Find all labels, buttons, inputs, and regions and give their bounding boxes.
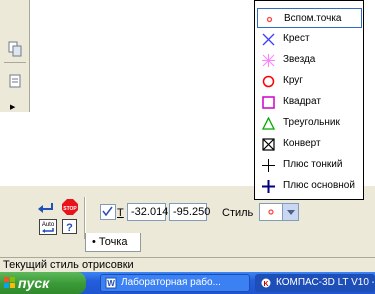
style-option-circle[interactable]: Круг <box>257 71 362 91</box>
style-option-envelope[interactable]: Конверт <box>257 134 362 154</box>
svg-text:K: K <box>263 281 268 288</box>
document-icon <box>9 74 21 88</box>
taskbar-item-document[interactable]: W Лабораторная рабо... <box>100 274 250 292</box>
style-combo-dropdown-button[interactable] <box>282 204 298 220</box>
style-option-label: Плюс основной <box>283 180 355 191</box>
style-option-label: Крест <box>283 33 310 44</box>
svg-text:W: W <box>107 279 115 288</box>
toolbar-tool-button-1[interactable] <box>6 40 24 58</box>
expand-arrow-icon[interactable]: ▶ <box>10 103 15 111</box>
svg-text:?: ? <box>66 222 73 234</box>
kompas-app-icon: K <box>260 277 272 289</box>
enter-arrow-icon <box>38 203 53 213</box>
small-dot-icon <box>268 209 274 215</box>
style-option-label: Вспом.точка <box>284 13 342 24</box>
tab-point[interactable]: • Точка <box>85 233 141 252</box>
toolbar-tool-button-2[interactable] <box>6 72 24 90</box>
style-dropdown-list: Вспом.точка Крест Звезда Круг Квадрат Тр… <box>254 0 364 200</box>
style-option-label: Круг <box>283 75 303 86</box>
triangle-icon <box>262 117 275 130</box>
thin-plus-icon <box>262 159 275 172</box>
style-option-label: Конверт <box>283 138 321 149</box>
status-bar: Текущий стиль отрисовки <box>0 257 375 272</box>
taskbar-item-label: Лабораторная рабо... <box>121 277 221 288</box>
style-option-bold-plus[interactable]: Плюс основной <box>257 176 362 196</box>
word-document-icon: W <box>105 277 117 289</box>
style-option-label: Квадрат <box>283 96 321 107</box>
auto-create-button[interactable]: Auto <box>38 218 58 236</box>
style-option-star[interactable]: Звезда <box>257 50 362 70</box>
chevron-down-icon <box>286 209 295 215</box>
copy-icon <box>8 41 22 57</box>
x-coordinate-field[interactable]: -32.014 <box>127 203 168 221</box>
style-option-aux-point[interactable]: Вспом.точка <box>257 8 362 28</box>
coordinate-axis-label: T <box>117 207 124 219</box>
small-dot-icon <box>266 16 273 23</box>
stop-icon: STOP <box>62 199 78 215</box>
checkmark-icon <box>102 206 113 217</box>
style-option-thin-plus[interactable]: Плюс тонкий <box>257 155 362 175</box>
start-button[interactable]: пуск <box>0 272 86 294</box>
style-option-label: Треугольник <box>283 117 340 128</box>
help-question-icon: ? <box>62 219 77 234</box>
style-option-square[interactable]: Квадрат <box>257 92 362 112</box>
svg-text:STOP: STOP <box>63 206 77 212</box>
style-label: Стиль <box>222 207 254 219</box>
coordinate-lock-checkbox[interactable] <box>100 204 116 220</box>
svg-text:Auto: Auto <box>42 222 55 228</box>
help-button[interactable]: ? <box>60 218 80 236</box>
y-coordinate-field[interactable]: -95.250 <box>169 203 210 221</box>
cross-x-icon <box>262 33 275 46</box>
start-label: пуск <box>18 275 50 291</box>
auto-icon: Auto <box>39 219 57 235</box>
circle-icon <box>262 75 275 88</box>
coordinate-label: T <box>117 207 124 219</box>
style-option-triangle[interactable]: Треугольник <box>257 113 362 133</box>
style-option-cross[interactable]: Крест <box>257 29 362 49</box>
windows-flag-icon <box>4 277 15 288</box>
toolbar-separator <box>4 62 26 63</box>
taskbar: пуск W Лабораторная рабо... K КОМПАС-3D … <box>0 272 375 294</box>
envelope-icon <box>262 138 275 151</box>
bold-plus-icon <box>262 180 275 193</box>
square-icon <box>262 96 275 109</box>
taskbar-item-label: КОМПАС-3D LT V10 - <box>276 277 375 288</box>
star-icon <box>262 54 275 67</box>
style-option-label: Звезда <box>283 54 316 65</box>
style-combobox[interactable] <box>259 203 299 221</box>
left-toolbar: ▶ <box>0 0 30 112</box>
taskbar-item-kompas[interactable]: K КОМПАС-3D LT V10 - <box>255 274 375 292</box>
style-option-label: Плюс тонкий <box>283 159 343 170</box>
stop-button[interactable]: STOP <box>60 198 80 216</box>
create-object-button[interactable] <box>36 199 56 217</box>
